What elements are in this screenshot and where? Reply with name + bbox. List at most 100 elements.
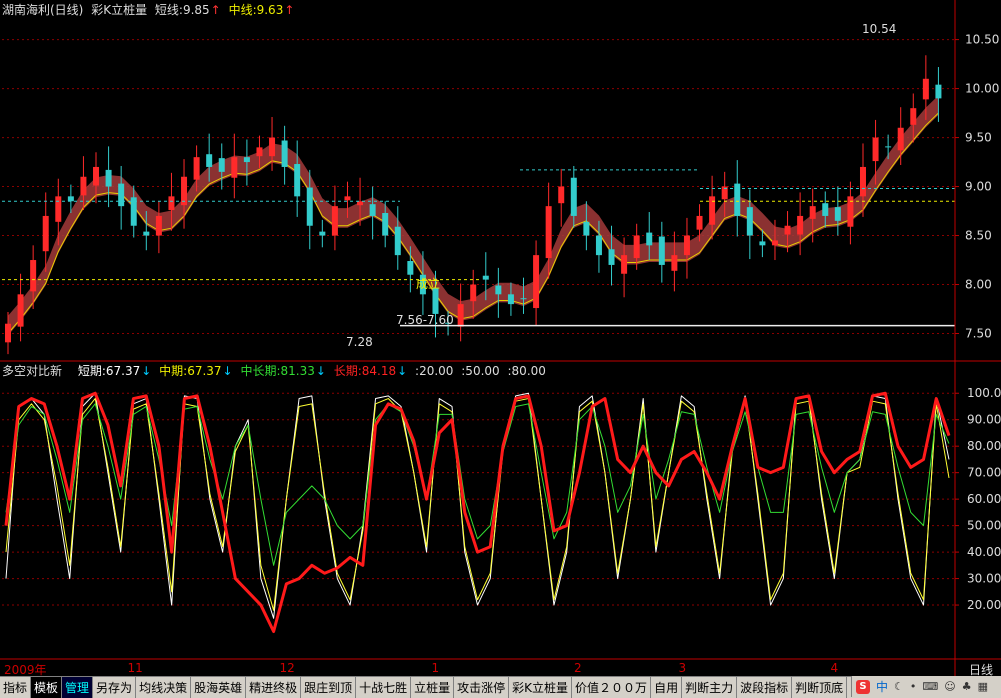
candle-body	[306, 187, 313, 226]
tab-4[interactable]: 均线决策	[136, 677, 192, 698]
tab-8[interactable]: 十战七胜	[356, 677, 412, 698]
candle-body	[457, 304, 464, 327]
candle-body	[105, 169, 112, 187]
candle-body	[809, 206, 816, 219]
mid-label: 中线:	[228, 3, 257, 17]
candle-body	[696, 215, 703, 230]
date-tick-3: 1	[431, 661, 440, 675]
candle-body	[910, 108, 917, 125]
short-label: 短线:	[154, 3, 183, 17]
ind-long-label: 长期:	[333, 364, 362, 378]
dot-icon[interactable]: •	[910, 680, 917, 693]
user-icon[interactable]: ☺	[944, 680, 955, 693]
moon-icon[interactable]: ☾	[894, 680, 904, 693]
shirt-icon[interactable]: ♣	[962, 680, 972, 693]
mid-arrow: ↑	[284, 3, 295, 17]
price-tick-label: 8.00	[965, 278, 992, 292]
candle-body	[784, 225, 791, 235]
candle-body	[193, 157, 200, 180]
date-tick-1: 11	[127, 661, 143, 675]
candle-body	[357, 201, 364, 206]
ind-short-label: 短期:	[77, 364, 106, 378]
range-label: 7.56-7.60	[396, 313, 454, 327]
sogou-icon[interactable]: S	[856, 679, 870, 694]
ind-mid-arrow: ↓	[222, 364, 233, 378]
tab-16[interactable]: 判断顶底	[792, 677, 848, 698]
date-tick-2: 12	[279, 661, 295, 675]
candle-body	[256, 147, 263, 157]
ind-tick-label: 60.00	[967, 492, 1001, 506]
tab-3[interactable]: 另存为	[93, 677, 137, 698]
tab-14[interactable]: 判断主力	[682, 677, 738, 698]
ind-tick-label: 100.0	[967, 386, 1001, 400]
candle-body	[885, 146, 892, 148]
candle-body	[407, 261, 414, 275]
tab-7[interactable]: 跟庄到顶	[301, 677, 357, 698]
candle-body	[558, 186, 565, 204]
date-tick-5: 3	[678, 661, 687, 675]
ind-short-value: 67.37	[105, 364, 141, 378]
candle-body	[822, 203, 829, 216]
tab-10[interactable]: 攻击涨停	[454, 677, 510, 698]
candle-body	[17, 294, 24, 327]
candle-body	[507, 294, 514, 305]
candle-body	[520, 298, 527, 300]
price-tick-label: 9.50	[965, 131, 992, 145]
date-tick-6: 4	[830, 661, 839, 675]
candle-body	[269, 137, 276, 157]
price-tick-label: 10.00	[965, 82, 999, 96]
short-value: 9.85	[182, 3, 210, 17]
tab-9[interactable]: 立桩量	[411, 677, 455, 698]
cheng-li-label: 成立	[416, 276, 440, 291]
tab-12[interactable]: 价值２００万	[572, 677, 652, 698]
ind-midlong-value: 81.33	[280, 364, 315, 378]
candle-body	[859, 166, 866, 197]
candle-body	[834, 207, 841, 221]
tab-2[interactable]: 管理	[62, 677, 94, 698]
ind-midlong-label: 中长期:	[240, 364, 281, 378]
date-tick-4: 2	[574, 661, 582, 675]
candle-body	[621, 255, 628, 274]
candle-body	[231, 157, 238, 178]
tab-11[interactable]: 彩K立桩量	[509, 677, 573, 698]
candle-body	[206, 154, 213, 167]
date-axis: 日线 2009年 11 12 1 2 3 4	[0, 660, 1001, 677]
candle-body	[545, 206, 552, 259]
candle-body	[382, 213, 389, 236]
short-arrow: ↑	[210, 3, 221, 17]
candle-body	[80, 176, 87, 196]
stock-chart[interactable]: 10.54 7.28 7.56-7.60 成立 10.50 10.00 9.50 9.00 8…	[0, 0, 1001, 697]
candle-body	[168, 196, 175, 211]
tab-0[interactable]: 指标	[0, 677, 32, 698]
candle-body	[369, 204, 376, 216]
candle-body	[608, 249, 615, 265]
input-mode[interactable]: 中	[876, 678, 888, 695]
price-tick-label: 7.50	[965, 327, 992, 341]
price-header: 湖南海利(日线) 彩K立桩量 短线:9.85↑ 中线:9.63↑	[2, 3, 298, 17]
ind-tick-label: 50.00	[967, 519, 1001, 533]
candle-body	[495, 285, 502, 295]
candle-body	[294, 164, 301, 197]
ind-level-20: :20.00	[415, 364, 454, 378]
bg	[0, 0, 1001, 697]
candle-body	[771, 240, 778, 246]
candle-body	[633, 235, 640, 259]
candle-body	[583, 221, 590, 236]
candle-body	[67, 196, 74, 202]
keyboard-icon[interactable]: ⌨	[922, 680, 938, 693]
tab-6[interactable]: 精进终极	[246, 677, 302, 698]
tab-5[interactable]: 股海英雄	[191, 677, 247, 698]
grid-icon[interactable]: ▦	[978, 680, 988, 693]
tab-15[interactable]: 波段指标	[737, 677, 793, 698]
candle-body	[671, 255, 678, 271]
candle-body	[897, 127, 904, 151]
price-panel[interactable]: 10.54 7.28 7.56-7.60 成立	[0, 0, 1001, 697]
tab-13[interactable]: 自用	[651, 677, 683, 698]
ind-tick-label: 80.00	[967, 439, 1001, 453]
candle-body	[709, 196, 716, 225]
candle-body	[432, 288, 439, 314]
tab-1[interactable]: 模板	[31, 677, 63, 698]
candle-body	[319, 231, 326, 236]
ind-tick-label: 30.00	[967, 572, 1001, 586]
ind-tick-label: 40.00	[967, 545, 1001, 559]
